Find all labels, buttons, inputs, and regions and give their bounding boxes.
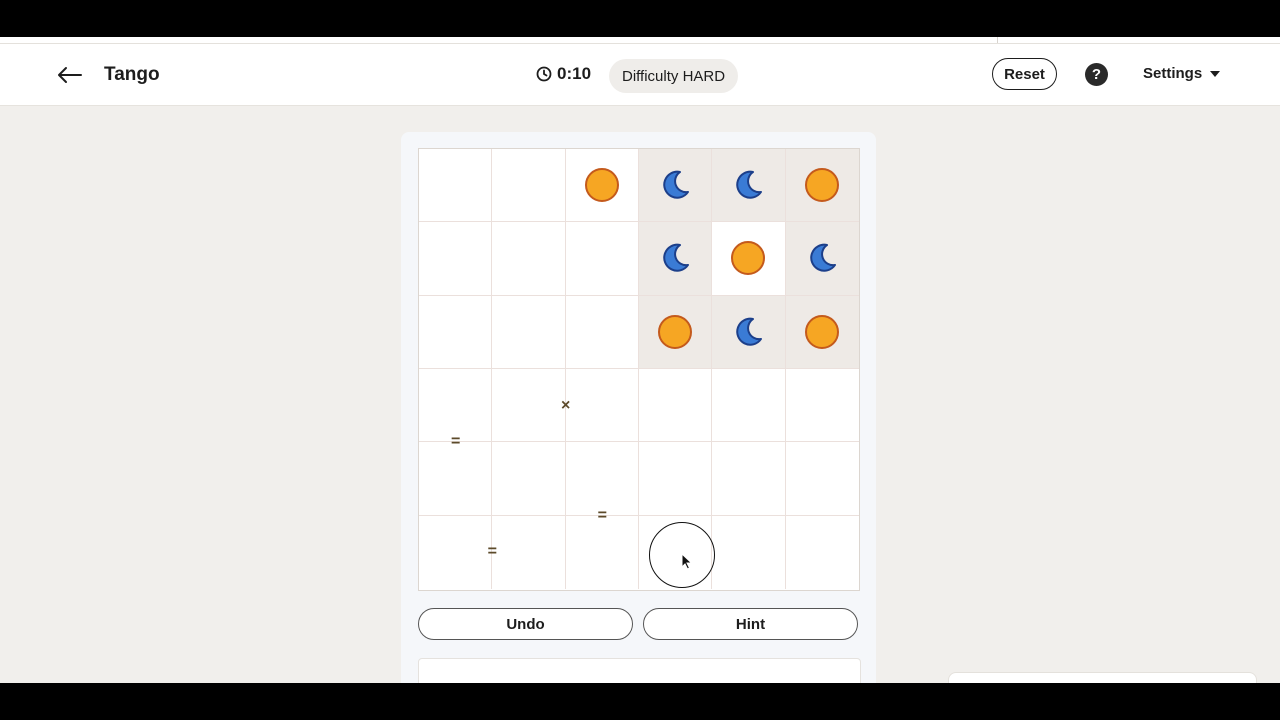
moon-icon [736,170,763,199]
board-cell[interactable] [712,515,786,589]
corner-widget [948,672,1257,683]
equal-constraint: = [487,543,497,561]
hint-button[interactable]: Hint [643,608,858,640]
moon-icon [810,244,837,273]
moon-icon [736,317,763,346]
board-cell[interactable] [419,442,493,516]
board-cell[interactable] [785,369,859,443]
timer: 0:10 [536,64,591,84]
board-cell[interactable] [639,295,713,369]
clock-icon [536,66,552,82]
help-icon[interactable]: ? [1085,63,1108,86]
sun-icon [658,314,693,349]
board-cell[interactable] [712,295,786,369]
board-cell[interactable] [785,442,859,516]
settings-label: Settings [1143,65,1203,82]
board-cell[interactable] [785,149,859,223]
board-cell[interactable] [785,222,859,296]
board-cell[interactable] [712,442,786,516]
board-cell[interactable] [419,369,493,443]
board-cell[interactable] [712,149,786,223]
sun-icon [805,314,840,349]
board-cell[interactable] [492,442,566,516]
chevron-down-icon [1210,70,1221,77]
board-cell[interactable] [565,295,639,369]
board-cell[interactable] [419,295,493,369]
moon-icon [663,170,690,199]
game-title: Tango [104,64,160,85]
back-button[interactable] [52,58,86,92]
board-cell[interactable] [786,516,859,589]
board-cell[interactable] [492,369,566,443]
board-cell[interactable] [565,369,639,443]
moon-icon [663,244,690,273]
sun-icon [805,168,840,203]
board-cell[interactable] [419,149,493,223]
difficulty-badge: Difficulty HARD [609,59,739,93]
board-cell[interactable] [639,369,713,443]
board-cell[interactable] [492,149,566,223]
header: Tango 0:10 Difficulty HARD Reset ? Setti… [0,44,1280,106]
board-cell[interactable] [639,149,713,223]
timer-value: 0:10 [557,64,592,83]
board-cell[interactable] [419,222,493,296]
cross-constraint: × [560,396,571,414]
reset-button[interactable]: Reset [992,58,1057,90]
board-cell[interactable] [492,515,566,589]
board-cell[interactable] [712,369,786,443]
sun-icon [731,241,766,276]
settings-dropdown[interactable]: Settings [1143,65,1221,82]
game-viewport: Tango 0:10 Difficulty HARD Reset ? Setti… [0,37,1280,683]
board-cell[interactable] [565,149,639,223]
board-cell[interactable] [785,295,859,369]
strip-divider [997,37,998,43]
board-cell[interactable] [639,442,713,516]
board-cell[interactable] [639,222,713,296]
game-board: × = = = [418,148,860,591]
board-cell[interactable] [565,442,639,516]
sun-icon [584,168,619,203]
top-strip [0,37,1280,44]
arrow-left-icon [58,67,82,83]
board-cell[interactable] [565,222,639,296]
board-cell[interactable] [566,515,639,589]
lower-panel [418,658,861,683]
board-cell[interactable] [419,515,493,589]
equal-constraint: = [597,506,607,524]
undo-button[interactable]: Undo [418,608,633,640]
board-cell[interactable] [492,295,566,369]
equal-constraint: = [450,433,461,451]
board-cell[interactable] [712,222,786,296]
cursor-arrow-icon [681,553,693,570]
board-cell[interactable] [492,222,566,296]
